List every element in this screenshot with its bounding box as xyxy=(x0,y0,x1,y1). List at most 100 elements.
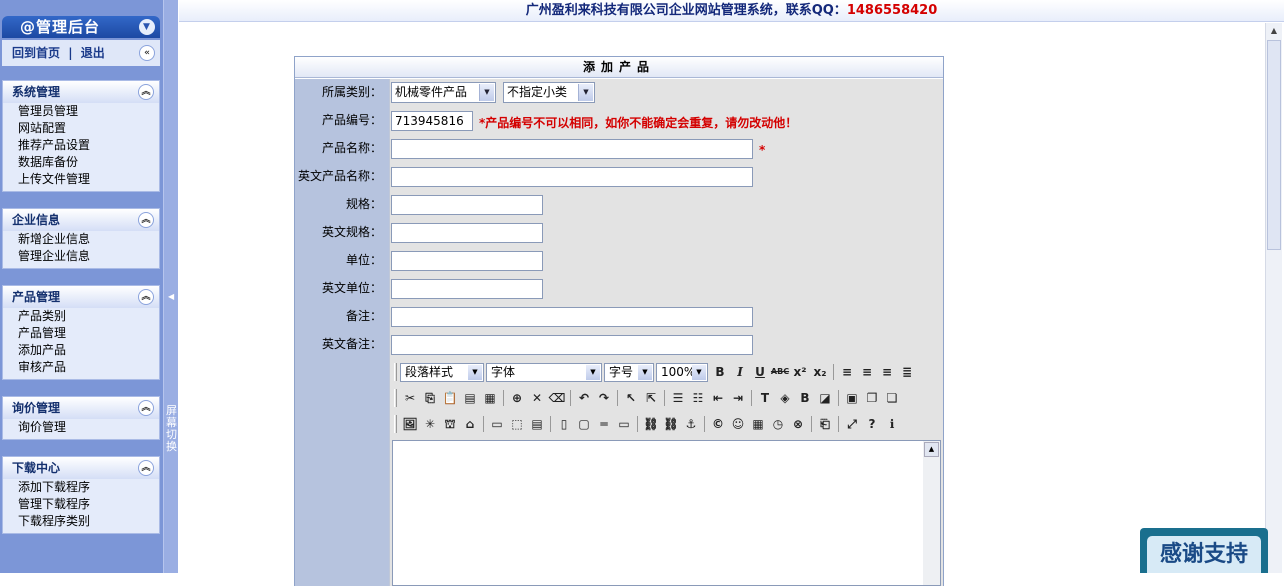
copy-icon[interactable]: ⎘ xyxy=(420,388,440,408)
anchor-icon[interactable]: ⚓ xyxy=(681,414,701,434)
home-link[interactable]: 回到首页 xyxy=(12,46,60,60)
product-code-input[interactable]: 713945816 xyxy=(391,111,473,131)
paste-text-icon[interactable]: ▤ xyxy=(460,388,480,408)
editor-scrollbar[interactable]: ▲ xyxy=(923,441,940,585)
redo-icon[interactable]: ↷ xyxy=(594,388,614,408)
double-chevron-up-icon[interactable]: ︽ xyxy=(138,400,154,416)
form-icon[interactable]: ▤ xyxy=(527,414,547,434)
align-left-icon[interactable]: ≡ xyxy=(837,362,857,382)
align-justify-icon[interactable]: ≣ xyxy=(897,362,917,382)
strikethrough-icon[interactable]: ABC xyxy=(770,362,790,382)
superscript-icon[interactable]: x² xyxy=(790,362,810,382)
indent-icon[interactable]: ⇥ xyxy=(728,388,748,408)
cut-icon[interactable]: ✂ xyxy=(400,388,420,408)
menu-item-site-config[interactable]: 网站配置 xyxy=(3,120,159,137)
chevron-down-icon[interactable]: ▼ xyxy=(479,84,494,101)
menu-item-add-company[interactable]: 新增企业信息 xyxy=(3,231,159,248)
scroll-up-icon[interactable]: ▲ xyxy=(924,442,939,457)
page-icon[interactable]: ▢ xyxy=(574,414,594,434)
page-scrollbar[interactable]: ▲ xyxy=(1265,23,1282,573)
subcategory-select[interactable]: 不指定小类 ▼ xyxy=(503,82,595,103)
fieldset-icon[interactable]: ▯ xyxy=(554,414,574,434)
font-size-select[interactable]: 字号 ▼ xyxy=(604,362,654,382)
menu-group-header[interactable]: 询价管理 ︽ xyxy=(3,397,159,419)
chevron-down-icon[interactable]: ▼ xyxy=(586,364,600,380)
undo-icon[interactable]: ↶ xyxy=(574,388,594,408)
clock-icon[interactable]: ⊗ xyxy=(788,414,808,434)
zoom-select[interactable]: 100% ▼ xyxy=(656,362,708,382)
template-icon[interactable]: ⎗ xyxy=(815,414,835,434)
special-char-icon[interactable]: © xyxy=(708,414,728,434)
link-icon[interactable]: ⛓ xyxy=(641,414,661,434)
paste-word-icon[interactable]: ▦ xyxy=(480,388,500,408)
fill-color-icon[interactable]: ◪ xyxy=(815,388,835,408)
font-family-select[interactable]: 字体 ▼ xyxy=(486,362,602,382)
flash-icon[interactable]: ✳ xyxy=(420,414,440,434)
time-icon[interactable]: ◷ xyxy=(768,414,788,434)
menu-item-add-download[interactable]: 添加下载程序 xyxy=(3,479,159,496)
chevron-down-icon[interactable]: ▼ xyxy=(468,364,482,380)
image-icon[interactable]: 🖼 xyxy=(400,414,420,434)
unordered-list-icon[interactable]: ☷ xyxy=(688,388,708,408)
double-chevron-up-icon[interactable]: ︽ xyxy=(138,84,154,100)
media-icon[interactable]: ⛫ xyxy=(440,414,460,434)
border-icon[interactable]: ▣ xyxy=(842,388,862,408)
menu-item-admin[interactable]: 管理员管理 xyxy=(3,103,159,120)
find-icon[interactable]: ⊕ xyxy=(507,388,527,408)
marquee-icon[interactable]: ▭ xyxy=(614,414,634,434)
english-name-input[interactable] xyxy=(391,167,753,187)
frame-splitter[interactable]: ◀ 屏幕切换 xyxy=(163,0,178,573)
underline-icon[interactable]: U xyxy=(750,362,770,382)
text-color-icon[interactable]: T xyxy=(755,388,775,408)
dashed-box-icon[interactable]: ⬚ xyxy=(507,414,527,434)
file-icon[interactable]: ⌂ xyxy=(460,414,480,434)
bg-color-icon[interactable]: B xyxy=(795,388,815,408)
chevron-down-icon[interactable]: ▼ xyxy=(578,84,593,101)
english-spec-input[interactable] xyxy=(391,223,543,243)
unlink-icon[interactable]: ⛓ xyxy=(661,414,681,434)
layer-back-icon[interactable]: ❐ xyxy=(862,388,882,408)
align-right-icon[interactable]: ≡ xyxy=(877,362,897,382)
help-icon[interactable]: ? xyxy=(862,414,882,434)
menu-group-header[interactable]: 产品管理 ︽ xyxy=(3,286,159,308)
align-center-icon[interactable]: ≡ xyxy=(857,362,877,382)
maximize-icon[interactable]: ⤢ xyxy=(842,414,862,434)
highlight-icon[interactable]: ◈ xyxy=(775,388,795,408)
double-chevron-up-icon[interactable]: ︽ xyxy=(138,289,154,305)
chevron-down-icon[interactable]: ▼ xyxy=(692,364,706,380)
menu-item-download-category[interactable]: 下载程序类别 xyxy=(3,513,159,530)
info-icon[interactable]: ℹ xyxy=(882,414,902,434)
english-remark-input[interactable] xyxy=(391,335,753,355)
menu-item-recommend[interactable]: 推荐产品设置 xyxy=(3,137,159,154)
scroll-up-icon[interactable]: ▲ xyxy=(1267,24,1281,38)
english-unit-input[interactable] xyxy=(391,279,543,299)
splitter-label[interactable]: 屏幕切换 xyxy=(166,405,177,453)
date-icon[interactable]: ▦ xyxy=(748,414,768,434)
table-icon[interactable]: ▭ xyxy=(487,414,507,434)
category-select[interactable]: 机械零件产品 ▼ xyxy=(391,82,496,103)
triangle-left-icon[interactable]: ◀ xyxy=(168,292,174,301)
menu-item-review-product[interactable]: 审核产品 xyxy=(3,359,159,376)
ordered-list-icon[interactable]: ☰ xyxy=(668,388,688,408)
double-chevron-left-icon[interactable]: « xyxy=(139,45,155,61)
menu-item-product-manage[interactable]: 产品管理 xyxy=(3,325,159,342)
chevron-down-icon[interactable]: ▼ xyxy=(638,364,652,380)
absolute-position-icon[interactable]: ⇱ xyxy=(641,388,661,408)
thanks-badge[interactable]: 感谢支持 xyxy=(1140,528,1268,573)
paste-icon[interactable]: 📋 xyxy=(440,388,460,408)
spec-input[interactable] xyxy=(391,195,543,215)
outdent-icon[interactable]: ⇤ xyxy=(708,388,728,408)
select-pointer-icon[interactable]: ↖ xyxy=(621,388,641,408)
delete-icon[interactable]: ✕ xyxy=(527,388,547,408)
menu-item-inquiry-manage[interactable]: 询价管理 xyxy=(3,419,159,436)
double-chevron-up-icon[interactable]: ︽ xyxy=(138,460,154,476)
collapse-all-icon[interactable]: ▼ xyxy=(139,19,155,35)
scrollbar-thumb[interactable] xyxy=(1267,40,1281,250)
menu-item-db-backup[interactable]: 数据库备份 xyxy=(3,154,159,171)
double-chevron-up-icon[interactable]: ︽ xyxy=(138,212,154,228)
emoticon-icon[interactable]: ☺ xyxy=(728,414,748,434)
menu-group-header[interactable]: 企业信息 ︽ xyxy=(3,209,159,231)
product-name-input[interactable] xyxy=(391,139,753,159)
menu-item-add-product[interactable]: 添加产品 xyxy=(3,342,159,359)
menu-item-manage-company[interactable]: 管理企业信息 xyxy=(3,248,159,265)
